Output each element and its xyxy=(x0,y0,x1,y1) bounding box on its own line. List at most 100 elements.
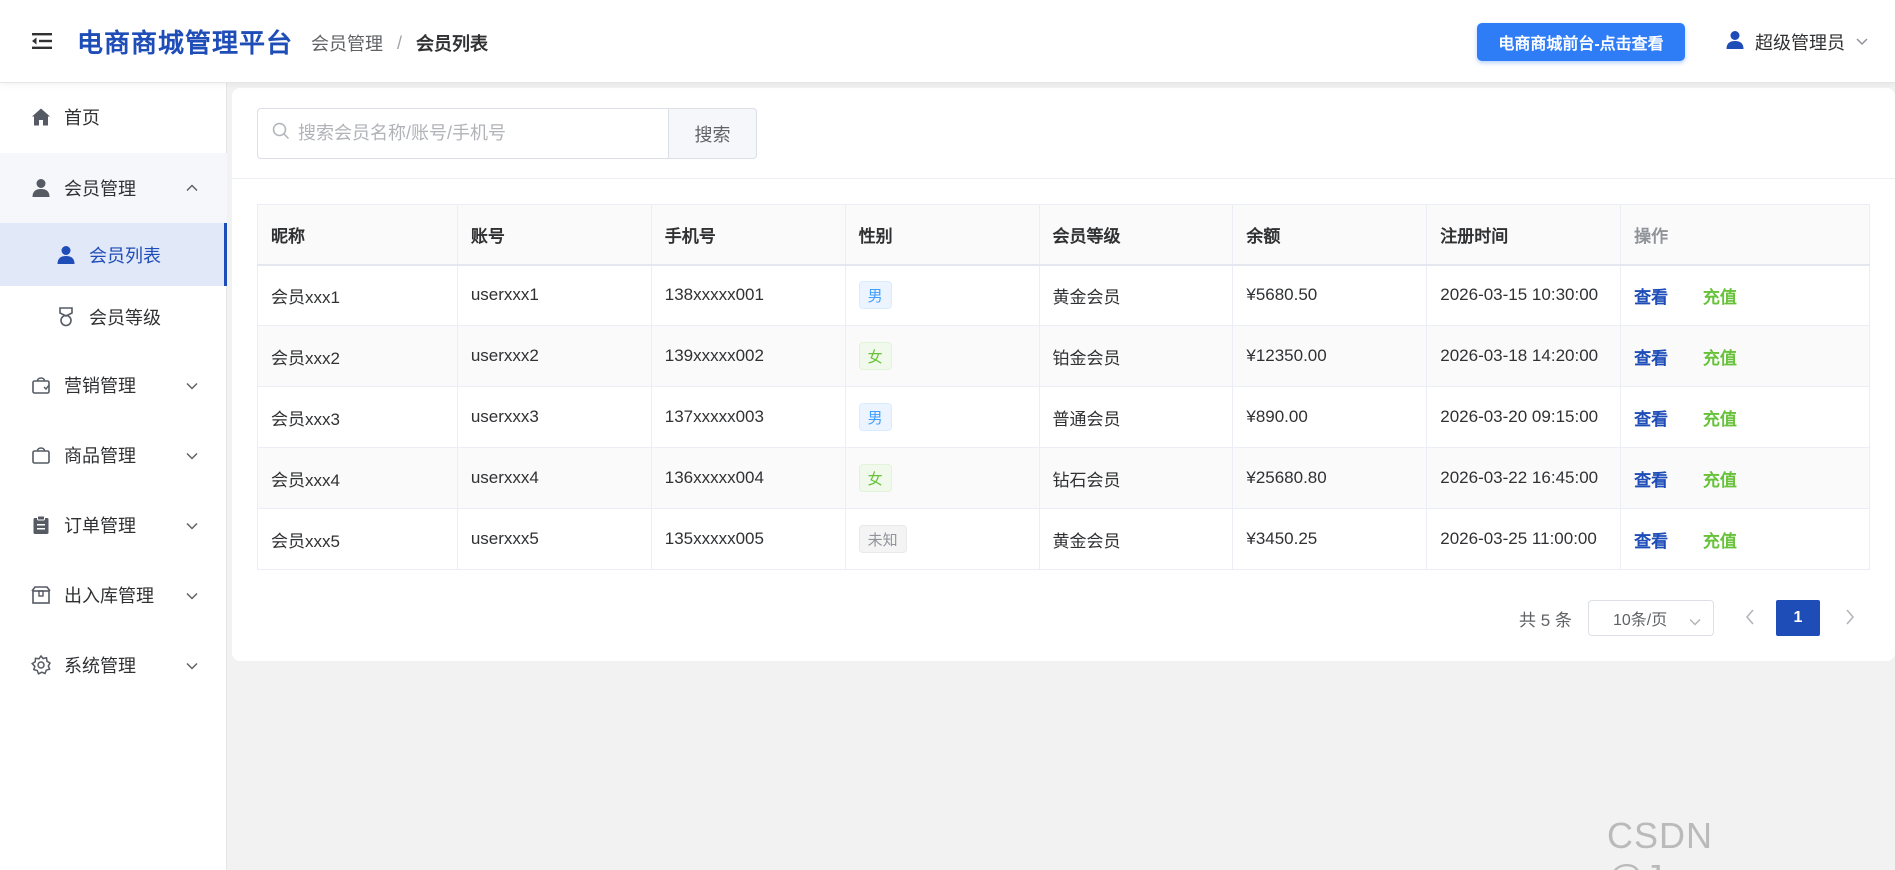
sidebar-item-label: 首页 xyxy=(64,108,100,128)
sidebar-item-marketing[interactable]: 营销管理 xyxy=(0,354,227,416)
recharge-button[interactable]: 充值 xyxy=(1703,349,1737,368)
view-button[interactable]: 查看 xyxy=(1634,410,1668,429)
cell-level: 黄金会员 xyxy=(1038,508,1234,570)
user-menu[interactable]: 超级管理员 xyxy=(1725,28,1869,56)
member-list-card: 搜索 昵称 账号 手机号 性别 会员等级 余额 注册时间 操作 会员xxx1 u… xyxy=(232,88,1895,661)
breadcrumb-current: 会员列表 xyxy=(416,34,489,54)
sidebar-item-orders[interactable]: 订单管理 xyxy=(0,494,227,556)
view-button[interactable]: 查看 xyxy=(1634,471,1668,490)
gender-tag: 男 xyxy=(858,281,892,310)
cell-actions: 查看 充值 xyxy=(1620,508,1870,570)
sidebar-item-label: 会员管理 xyxy=(64,179,136,199)
cell-level: 普通会员 xyxy=(1038,386,1234,448)
clipboard-icon xyxy=(30,514,52,536)
pagination-total: 共 5 条 xyxy=(1519,611,1572,630)
gender-tag: 女 xyxy=(858,342,892,370)
search-field[interactable] xyxy=(257,108,668,159)
sidebar-item-home[interactable]: 首页 xyxy=(0,89,227,145)
column-header-actions: 操作 xyxy=(1620,204,1870,266)
search-input[interactable] xyxy=(298,123,658,144)
table-row: 会员xxx5 userxxx5 135xxxxx005 未知 黄金会员 ¥345… xyxy=(257,508,1870,570)
recharge-button[interactable]: 充值 xyxy=(1703,288,1737,307)
chevron-down-icon xyxy=(185,375,199,396)
cell-registered: 2026-03-15 10:30:00 xyxy=(1426,264,1622,326)
chevron-down-icon xyxy=(185,445,199,466)
prev-page-icon[interactable] xyxy=(1744,608,1756,631)
user-icon xyxy=(1725,30,1745,55)
cell-phone: 138xxxxx001 xyxy=(650,264,846,326)
column-header-phone: 手机号 xyxy=(650,204,846,266)
gear-icon xyxy=(30,654,52,676)
sidebar: 首页 会员管理 会员列表 会员等级 营销管理 商品管理 订单管理 出入库管理 系… xyxy=(0,83,227,870)
recharge-button[interactable]: 充值 xyxy=(1703,532,1737,551)
search-icon xyxy=(272,122,290,145)
column-header-registered: 注册时间 xyxy=(1426,204,1622,266)
cell-nickname: 会员xxx5 xyxy=(257,508,458,570)
package-icon xyxy=(30,584,52,606)
cell-gender: 未知 xyxy=(844,508,1040,570)
chevron-down-icon xyxy=(185,655,199,676)
cell-account: userxxx5 xyxy=(456,508,652,570)
cell-balance: ¥25680.80 xyxy=(1232,447,1428,509)
chevron-down-icon xyxy=(1689,613,1701,631)
cell-account: userxxx4 xyxy=(456,447,652,509)
user-name: 超级管理员 xyxy=(1755,33,1845,53)
cell-registered: 2026-03-18 14:20:00 xyxy=(1426,325,1622,387)
cell-actions: 查看 充值 xyxy=(1620,325,1870,387)
recharge-button[interactable]: 充值 xyxy=(1703,471,1737,490)
cell-nickname: 会员xxx1 xyxy=(257,264,458,326)
table-row: 会员xxx1 userxxx1 138xxxxx001 男 黄金会员 ¥5680… xyxy=(257,264,1870,326)
cell-gender: 男 xyxy=(844,386,1040,448)
cell-registered: 2026-03-20 09:15:00 xyxy=(1426,386,1622,448)
table-row: 会员xxx2 userxxx2 139xxxxx002 女 铂金会员 ¥1235… xyxy=(257,325,1870,387)
column-header-balance: 余额 xyxy=(1232,204,1428,266)
sidebar-item-warehouse[interactable]: 出入库管理 xyxy=(0,564,227,626)
sidebar-item-label: 会员等级 xyxy=(89,308,161,328)
top-header: 电商商城管理平台 会员管理 / 会员列表 电商商城前台-点击查看 超级管理员 xyxy=(0,0,1895,83)
cell-balance: ¥12350.00 xyxy=(1232,325,1428,387)
view-button[interactable]: 查看 xyxy=(1634,288,1668,307)
brand-title: 电商商城管理平台 xyxy=(77,28,294,58)
sidebar-item-label: 会员列表 xyxy=(89,245,161,266)
cell-phone: 137xxxxx003 xyxy=(650,386,846,448)
column-header-nickname: 昵称 xyxy=(257,204,458,266)
divider xyxy=(232,178,1895,179)
gender-tag: 未知 xyxy=(858,525,907,553)
view-button[interactable]: 查看 xyxy=(1634,532,1668,551)
page-number-current[interactable]: 1 xyxy=(1776,600,1820,636)
cell-nickname: 会员xxx3 xyxy=(257,386,458,448)
table-row: 会员xxx4 userxxx4 136xxxxx004 女 钻石会员 ¥2568… xyxy=(257,447,1870,509)
search-bar: 搜索 xyxy=(257,108,757,159)
member-table: 昵称 账号 手机号 性别 会员等级 余额 注册时间 操作 会员xxx1 user… xyxy=(257,204,1870,570)
column-header-account: 账号 xyxy=(456,204,652,266)
cell-gender: 女 xyxy=(844,447,1040,509)
column-header-level: 会员等级 xyxy=(1038,204,1234,266)
breadcrumb: 会员管理 / 会员列表 xyxy=(311,30,488,56)
cell-nickname: 会员xxx2 xyxy=(257,325,458,387)
page-size-select[interactable]: 10条/页 xyxy=(1588,600,1714,636)
cell-account: userxxx3 xyxy=(456,386,652,448)
sidebar-item-products[interactable]: 商品管理 xyxy=(0,424,227,486)
search-button[interactable]: 搜索 xyxy=(668,108,757,159)
cell-level: 钻石会员 xyxy=(1038,447,1234,509)
sidebar-item-member-management[interactable]: 会员管理 xyxy=(0,153,227,223)
cell-level: 黄金会员 xyxy=(1038,264,1234,326)
breadcrumb-parent[interactable]: 会员管理 xyxy=(311,30,383,56)
next-page-icon[interactable] xyxy=(1844,608,1856,631)
breadcrumb-separator: / xyxy=(397,32,403,53)
user-icon xyxy=(30,177,52,199)
watermark: CSDN @Json____ xyxy=(1607,815,1808,870)
sidebar-item-member-level[interactable]: 会员等级 xyxy=(0,286,227,348)
menu-fold-icon[interactable] xyxy=(28,28,58,54)
cell-phone: 135xxxxx005 xyxy=(650,508,846,570)
view-button[interactable]: 查看 xyxy=(1634,349,1668,368)
bag-icon xyxy=(30,444,52,466)
cell-registered: 2026-03-25 11:00:00 xyxy=(1426,508,1622,570)
sidebar-item-label: 系统管理 xyxy=(64,656,136,676)
storefront-button[interactable]: 电商商城前台-点击查看 xyxy=(1477,23,1685,61)
sidebar-item-member-list[interactable]: 会员列表 xyxy=(0,223,227,286)
pagination: 共 5 条 10条/页 1 xyxy=(232,600,1895,636)
recharge-button[interactable]: 充值 xyxy=(1703,410,1737,429)
sidebar-item-system[interactable]: 系统管理 xyxy=(0,634,227,696)
cell-gender: 男 xyxy=(844,264,1040,326)
